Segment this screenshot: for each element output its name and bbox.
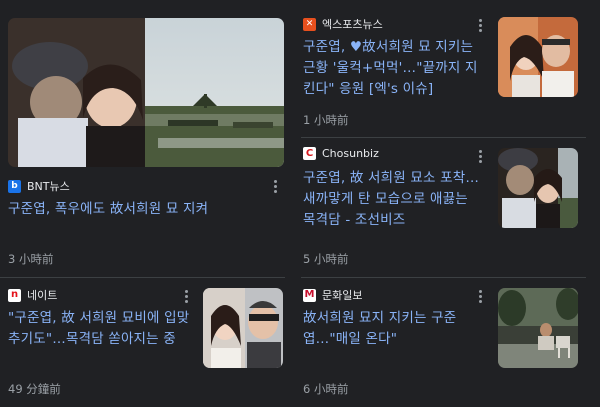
bnt-logo-icon: b [8,179,21,193]
publish-time: 3 小時前 [8,252,54,266]
chosun-logo-icon: C [303,147,316,160]
news-headline[interactable]: "구준엽, 故 서희원 묘비에 입맞추기도"…목격담 쏟아지는 중 [8,308,190,350]
card-divider [301,137,586,138]
nate-logo-icon: n [8,288,21,302]
publish-time: 1 小時前 [303,113,349,127]
card-divider [301,277,586,278]
news-headline[interactable]: 구준엽, 故 서희원 묘소 포착…새까맣게 탄 모습으로 애끓는 목격담 - 조… [303,168,485,231]
more-options-button[interactable] [184,290,188,304]
xsports-logo-icon: ✕ [303,17,316,31]
news-source-name: 네이트 [27,289,58,302]
publish-time: 5 小時前 [303,252,349,266]
more-options-button[interactable] [478,150,482,164]
card-divider [0,277,285,278]
news-source-name: 엑스포츠뉴스 [322,18,383,31]
article-thumbnail[interactable] [498,148,578,228]
more-options-button[interactable] [478,290,482,304]
news-source[interactable]: ✕ 엑스포츠뉴스 [303,16,383,32]
news-source[interactable]: C Chosunbiz [303,147,379,160]
article-thumbnail[interactable] [8,18,284,167]
news-source[interactable]: M 문화일보 [303,287,362,303]
more-options-button[interactable] [273,180,277,194]
news-headline[interactable]: 구준엽, ♥故서희원 묘 지키는 근황 '울컥+먹먹'…"끝까지 지킨다" 응원… [303,37,485,100]
news-source-name: BNT뉴스 [27,180,70,193]
news-headline[interactable]: 구준엽, 폭우에도 故서희원 묘 지켜 [8,199,278,220]
more-options-button[interactable] [478,19,482,33]
news-source-name: Chosunbiz [322,147,379,160]
publish-time: 49 分鐘前 [8,382,61,396]
news-source-name: 문화일보 [322,289,363,302]
news-source[interactable]: n 네이트 [8,287,57,303]
article-thumbnail[interactable] [203,288,283,368]
publish-time: 6 小時前 [303,382,349,396]
news-headline[interactable]: 故서희원 묘지 지키는 구준엽…"매일 온다" [303,308,485,350]
munhwa-logo-icon: M [303,288,316,302]
news-source[interactable]: b BNT뉴스 [8,178,70,194]
article-thumbnail[interactable] [498,288,578,368]
article-thumbnail[interactable] [498,17,578,97]
